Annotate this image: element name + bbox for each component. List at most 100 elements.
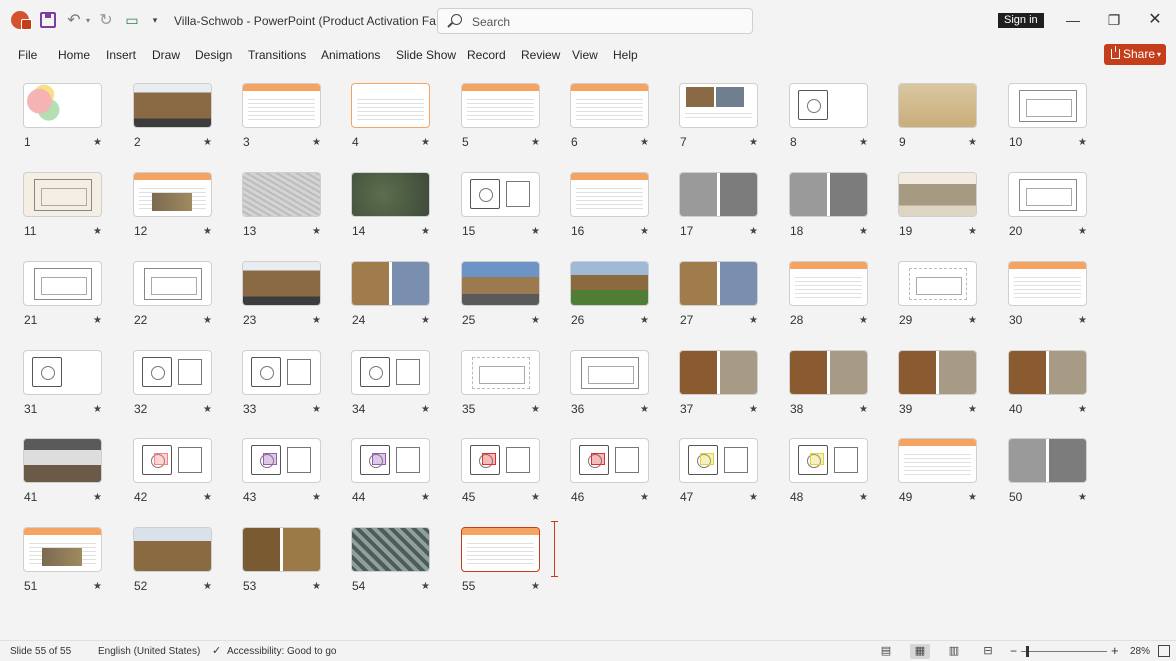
slide-thumbnail[interactable] <box>570 172 649 217</box>
slide-thumbnail[interactable] <box>351 261 430 306</box>
accessibility-status[interactable]: Accessibility: Good to go <box>227 646 337 657</box>
undo-icon[interactable]: ↶ <box>64 11 84 29</box>
transition-star-icon[interactable]: ★ <box>531 581 540 592</box>
slide-thumbnail[interactable] <box>461 261 540 306</box>
zoom-level[interactable]: 28% <box>1130 646 1150 657</box>
slide-thumbnail[interactable] <box>570 83 649 128</box>
transition-star-icon[interactable]: ★ <box>421 404 430 415</box>
transition-star-icon[interactable]: ★ <box>93 404 102 415</box>
slide-thumbnail[interactable] <box>679 172 758 217</box>
transition-star-icon[interactable]: ★ <box>1078 137 1087 148</box>
tab-design[interactable]: Design <box>195 48 232 62</box>
transition-star-icon[interactable]: ★ <box>1078 492 1087 503</box>
slide-thumbnail[interactable] <box>461 350 540 395</box>
slide-thumbnail[interactable] <box>570 350 649 395</box>
transition-star-icon[interactable]: ★ <box>93 315 102 326</box>
slide-thumbnail[interactable] <box>789 438 868 483</box>
transition-star-icon[interactable]: ★ <box>93 137 102 148</box>
tab-file[interactable]: File <box>18 48 37 62</box>
transition-star-icon[interactable]: ★ <box>531 315 540 326</box>
transition-star-icon[interactable]: ★ <box>312 492 321 503</box>
tab-slide-show[interactable]: Slide Show <box>396 48 456 62</box>
transition-star-icon[interactable]: ★ <box>93 492 102 503</box>
slide-thumbnail[interactable] <box>1008 83 1087 128</box>
transition-star-icon[interactable]: ★ <box>203 581 212 592</box>
slide-thumbnail[interactable] <box>898 172 977 217</box>
transition-star-icon[interactable]: ★ <box>203 404 212 415</box>
transition-star-icon[interactable]: ★ <box>203 226 212 237</box>
transition-star-icon[interactable]: ★ <box>531 137 540 148</box>
slide-counter[interactable]: Slide 55 of 55 <box>10 646 71 657</box>
transition-star-icon[interactable]: ★ <box>749 404 758 415</box>
transition-star-icon[interactable]: ★ <box>531 226 540 237</box>
language-indicator[interactable]: English (United States) <box>98 646 200 657</box>
minimize-icon[interactable]: — <box>1063 9 1083 31</box>
slide-thumbnail[interactable] <box>133 350 212 395</box>
slide-thumbnail[interactable] <box>570 438 649 483</box>
slide-thumbnail[interactable] <box>23 261 102 306</box>
customize-toolbar-icon[interactable]: ▾ <box>150 11 160 29</box>
slide-thumbnail[interactable] <box>242 527 321 572</box>
transition-star-icon[interactable]: ★ <box>640 226 649 237</box>
sign-in-button[interactable]: Sign in <box>998 13 1044 28</box>
transition-star-icon[interactable]: ★ <box>421 492 430 503</box>
slide-thumbnail[interactable] <box>898 83 977 128</box>
tab-review[interactable]: Review <box>521 48 560 62</box>
zoom-slider-thumb[interactable] <box>1026 646 1029 657</box>
slide-thumbnail[interactable] <box>133 83 212 128</box>
slide-thumbnail[interactable] <box>1008 172 1087 217</box>
zoom-slider[interactable] <box>1021 651 1107 652</box>
slide-thumbnail[interactable] <box>1008 261 1087 306</box>
transition-star-icon[interactable]: ★ <box>421 226 430 237</box>
slide-thumbnail[interactable] <box>23 83 102 128</box>
slide-thumbnail[interactable] <box>898 350 977 395</box>
slide-thumbnail[interactable] <box>23 438 102 483</box>
slide-thumbnail[interactable] <box>789 350 868 395</box>
slide-thumbnail[interactable] <box>461 83 540 128</box>
slide-thumbnail[interactable] <box>351 527 430 572</box>
zoom-in-icon[interactable]: + <box>1111 643 1119 658</box>
transition-star-icon[interactable]: ★ <box>1078 226 1087 237</box>
transition-star-icon[interactable]: ★ <box>203 492 212 503</box>
save-icon[interactable] <box>40 12 56 28</box>
transition-star-icon[interactable]: ★ <box>421 581 430 592</box>
undo-dropdown-icon[interactable]: ▾ <box>84 11 92 29</box>
slide-thumbnail[interactable] <box>133 527 212 572</box>
tab-help[interactable]: Help <box>613 48 638 62</box>
slide-thumbnail[interactable] <box>242 438 321 483</box>
tab-record[interactable]: Record <box>467 48 506 62</box>
slide-thumbnail[interactable] <box>351 350 430 395</box>
slide-thumbnail[interactable] <box>570 261 649 306</box>
slide-thumbnail[interactable] <box>23 527 102 572</box>
redo-icon[interactable]: ↻ <box>97 11 115 29</box>
slide-thumbnail[interactable] <box>898 438 977 483</box>
transition-star-icon[interactable]: ★ <box>1078 315 1087 326</box>
zoom-out-icon[interactable]: − <box>1010 644 1017 658</box>
transition-star-icon[interactable]: ★ <box>640 315 649 326</box>
transition-star-icon[interactable]: ★ <box>421 137 430 148</box>
transition-star-icon[interactable]: ★ <box>749 226 758 237</box>
slide-thumbnail[interactable] <box>242 172 321 217</box>
slide-thumbnail[interactable] <box>133 438 212 483</box>
transition-star-icon[interactable]: ★ <box>968 137 977 148</box>
present-from-start-icon[interactable]: ▭ <box>124 11 140 29</box>
slide-thumbnail[interactable] <box>679 83 758 128</box>
tab-draw[interactable]: Draw <box>152 48 180 62</box>
share-button[interactable]: Share ▾ <box>1104 44 1166 65</box>
tab-insert[interactable]: Insert <box>106 48 136 62</box>
transition-star-icon[interactable]: ★ <box>749 137 758 148</box>
transition-star-icon[interactable]: ★ <box>421 315 430 326</box>
slide-thumbnail[interactable] <box>1008 350 1087 395</box>
transition-star-icon[interactable]: ★ <box>640 137 649 148</box>
transition-star-icon[interactable]: ★ <box>312 315 321 326</box>
transition-star-icon[interactable]: ★ <box>859 404 868 415</box>
transition-star-icon[interactable]: ★ <box>859 226 868 237</box>
transition-star-icon[interactable]: ★ <box>749 492 758 503</box>
transition-star-icon[interactable]: ★ <box>312 226 321 237</box>
transition-star-icon[interactable]: ★ <box>203 315 212 326</box>
slide-thumbnail[interactable] <box>242 261 321 306</box>
slide-thumbnail[interactable] <box>351 83 430 128</box>
slide-thumbnail[interactable] <box>242 350 321 395</box>
slide-show-view-icon[interactable]: ⊟ <box>978 644 998 659</box>
transition-star-icon[interactable]: ★ <box>859 492 868 503</box>
